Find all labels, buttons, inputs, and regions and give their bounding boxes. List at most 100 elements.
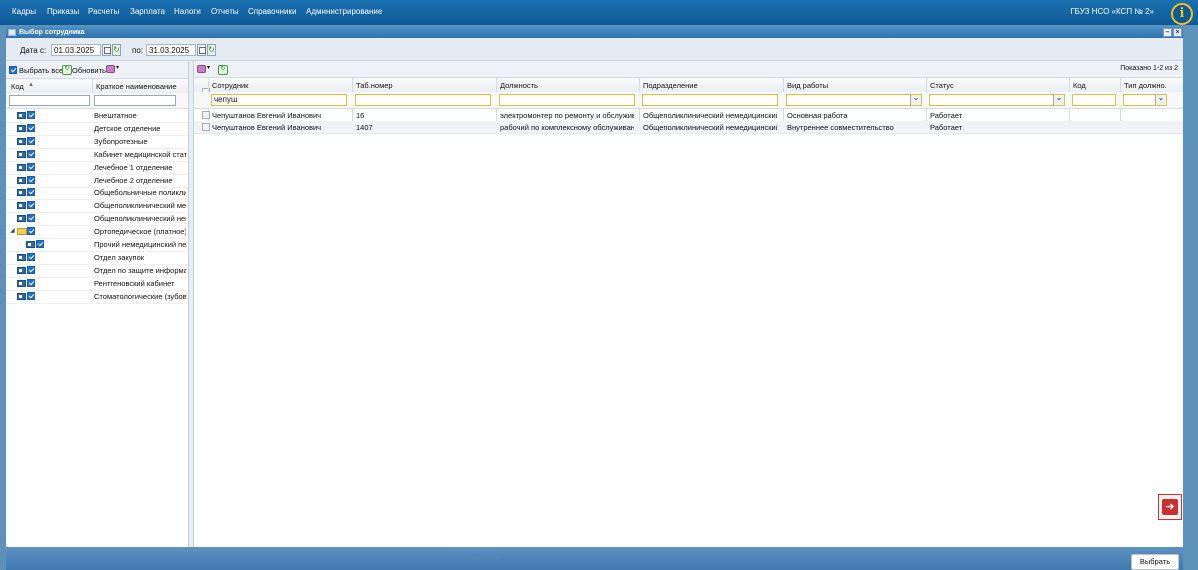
col-work-type-header[interactable]: Вид работы (787, 81, 921, 90)
table-row[interactable]: Чепуштанов Евгений Иванович 1407 рабочий п… (194, 121, 1183, 134)
info-icon[interactable]: i (1171, 3, 1193, 25)
code-filter-input[interactable] (9, 95, 90, 106)
department-checkbox[interactable] (27, 149, 35, 158)
clear-date-icon[interactable]: ↻ (112, 44, 121, 56)
cell-employee: Чепуштанов Евгений Иванович (212, 111, 322, 120)
department-checkbox[interactable] (27, 252, 35, 261)
col-code-header[interactable]: Код (1073, 81, 1115, 90)
col-position-type-header[interactable]: Тип должно... (1124, 81, 1166, 90)
col-code-header[interactable]: Код (11, 82, 24, 91)
department-checkbox[interactable] (27, 175, 35, 184)
select-all-checkbox[interactable] (9, 66, 17, 74)
department-row[interactable]: Общеполиклинический ме, (6, 199, 188, 214)
department-checkbox[interactable] (27, 291, 35, 300)
menu-prikazy[interactable]: Приказы (47, 7, 79, 16)
window-icon (8, 29, 16, 36)
row-checkbox[interactable] (202, 123, 210, 131)
menu-nalogi[interactable]: Налоги (174, 7, 201, 16)
col-position-header[interactable]: Должность (500, 81, 634, 90)
refresh-label[interactable]: Обновить (72, 66, 106, 75)
refresh-icon[interactable]: ↻ (62, 65, 72, 75)
department-row[interactable]: Детское отделение (6, 122, 188, 136)
department-row[interactable]: Зубопротезные (6, 135, 188, 149)
date-from-input[interactable]: 01.03.2025 (51, 44, 101, 56)
date-to-input[interactable]: 31.03.2025 (146, 44, 196, 56)
department-row[interactable]: Кабинет медицинской стат (6, 148, 188, 162)
department-row[interactable]: Отдел закупок (6, 251, 188, 265)
sort-asc-icon[interactable]: ▲ (28, 82, 34, 88)
department-name: Общеполиклинический ме, (94, 201, 186, 211)
department-filter-input[interactable] (642, 94, 778, 106)
side-action-button[interactable]: ➜ (1158, 494, 1182, 520)
department-checkbox[interactable] (27, 278, 35, 287)
col-name-header[interactable]: Краткое наименование (96, 82, 177, 91)
menu-spravochniki[interactable]: Справочники (248, 7, 296, 16)
department-row[interactable]: Рентгеновский кабинет (6, 277, 188, 291)
menu-zarplata[interactable]: Зарплата (130, 7, 165, 16)
tabnum-filter-input[interactable] (355, 94, 491, 106)
row-checkbox[interactable] (202, 111, 210, 119)
menu-administrirovanie[interactable]: Администрирование (306, 7, 382, 16)
menu-otchety[interactable]: Отчеты (211, 7, 239, 16)
department-checkbox[interactable] (27, 201, 35, 210)
options-icon[interactable] (106, 65, 115, 73)
column-divider (92, 79, 93, 93)
name-filter-input[interactable] (94, 95, 176, 106)
dropdown-arrow-icon[interactable]: ▾ (116, 64, 119, 71)
department-row[interactable]: Общебольничные поликли (6, 186, 188, 201)
department-name: Прочий немедицинский пе (94, 240, 186, 249)
code-filter-input[interactable] (1072, 94, 1116, 106)
position-filter-input[interactable] (499, 94, 635, 106)
status-filter-select[interactable] (929, 94, 1065, 106)
dropdown-arrow-icon[interactable]: ▾ (207, 64, 210, 71)
department-checkbox[interactable] (27, 265, 35, 274)
calendar-icon[interactable] (102, 44, 111, 56)
calendar-icon[interactable] (197, 44, 206, 56)
select-button[interactable]: Выбрать (1131, 554, 1179, 570)
department-checkbox[interactable] (27, 123, 35, 132)
department-row[interactable]: Общеполиклинический нем (6, 212, 188, 227)
minimize-icon[interactable]: – (1163, 28, 1172, 37)
department-row[interactable]: ◢ Ортопедическое (платное) (6, 225, 188, 240)
department-checkbox[interactable] (27, 162, 35, 171)
department-icon (17, 163, 26, 171)
department-checkbox[interactable] (27, 188, 35, 197)
department-name: Лечебное 1 отделение (94, 162, 173, 172)
department-checkbox[interactable] (27, 111, 35, 119)
department-row[interactable]: Отдел по защите информа (6, 264, 188, 278)
cell-department: Общеполиклинический немедицинский п... (643, 123, 777, 132)
close-icon[interactable]: × (1173, 28, 1182, 37)
refresh-icon[interactable]: ↻ (218, 65, 228, 75)
cell-status: Работает (930, 111, 963, 120)
department-toolbar: Выбрать все ↻ Обновить ▾ (6, 61, 188, 79)
select-all-label[interactable]: Выбрать все (19, 66, 63, 75)
department-name: Общебольничные поликли (94, 188, 186, 198)
window-footer: 56.433.356.78 Выбрать (6, 549, 1183, 570)
department-row[interactable]: Лечебное 1 отделение (6, 161, 188, 175)
department-row[interactable]: Стоматологические (зубов (6, 290, 188, 304)
department-icon (17, 279, 26, 287)
expand-icon[interactable]: ◢ (10, 227, 15, 234)
department-row[interactable]: Прочий немедицинский пе (6, 238, 188, 252)
department-icon (26, 241, 35, 248)
menu-raschety[interactable]: Расчеты (88, 7, 119, 16)
col-status-header[interactable]: Статус (930, 81, 1064, 90)
department-row[interactable]: Лечебное 2 отделение (6, 174, 188, 188)
department-checkbox[interactable] (27, 227, 35, 236)
clear-date-icon[interactable]: ↻ (207, 44, 216, 56)
col-department-header[interactable]: Подразделение (643, 81, 777, 90)
cell-department: Общеполиклинический немедицинский п... (643, 111, 777, 120)
work-type-filter-select[interactable] (786, 94, 922, 106)
col-tabnum-header[interactable]: Таб.номер (356, 81, 490, 90)
department-row[interactable]: Внештатное (6, 109, 188, 123)
department-checkbox[interactable] (36, 240, 44, 248)
employee-filter-input[interactable]: чепуш (211, 94, 347, 106)
options-icon[interactable] (197, 65, 206, 73)
department-checkbox[interactable] (27, 136, 35, 145)
col-employee-header[interactable]: Сотрудник (212, 81, 346, 90)
position-type-filter-select[interactable] (1123, 94, 1167, 106)
department-checkbox[interactable] (27, 214, 35, 223)
menu-kadry[interactable]: Кадры (12, 7, 36, 16)
organization-name: ГБУЗ НСО «КСП № 2» (1070, 7, 1154, 16)
department-icon (17, 189, 26, 197)
